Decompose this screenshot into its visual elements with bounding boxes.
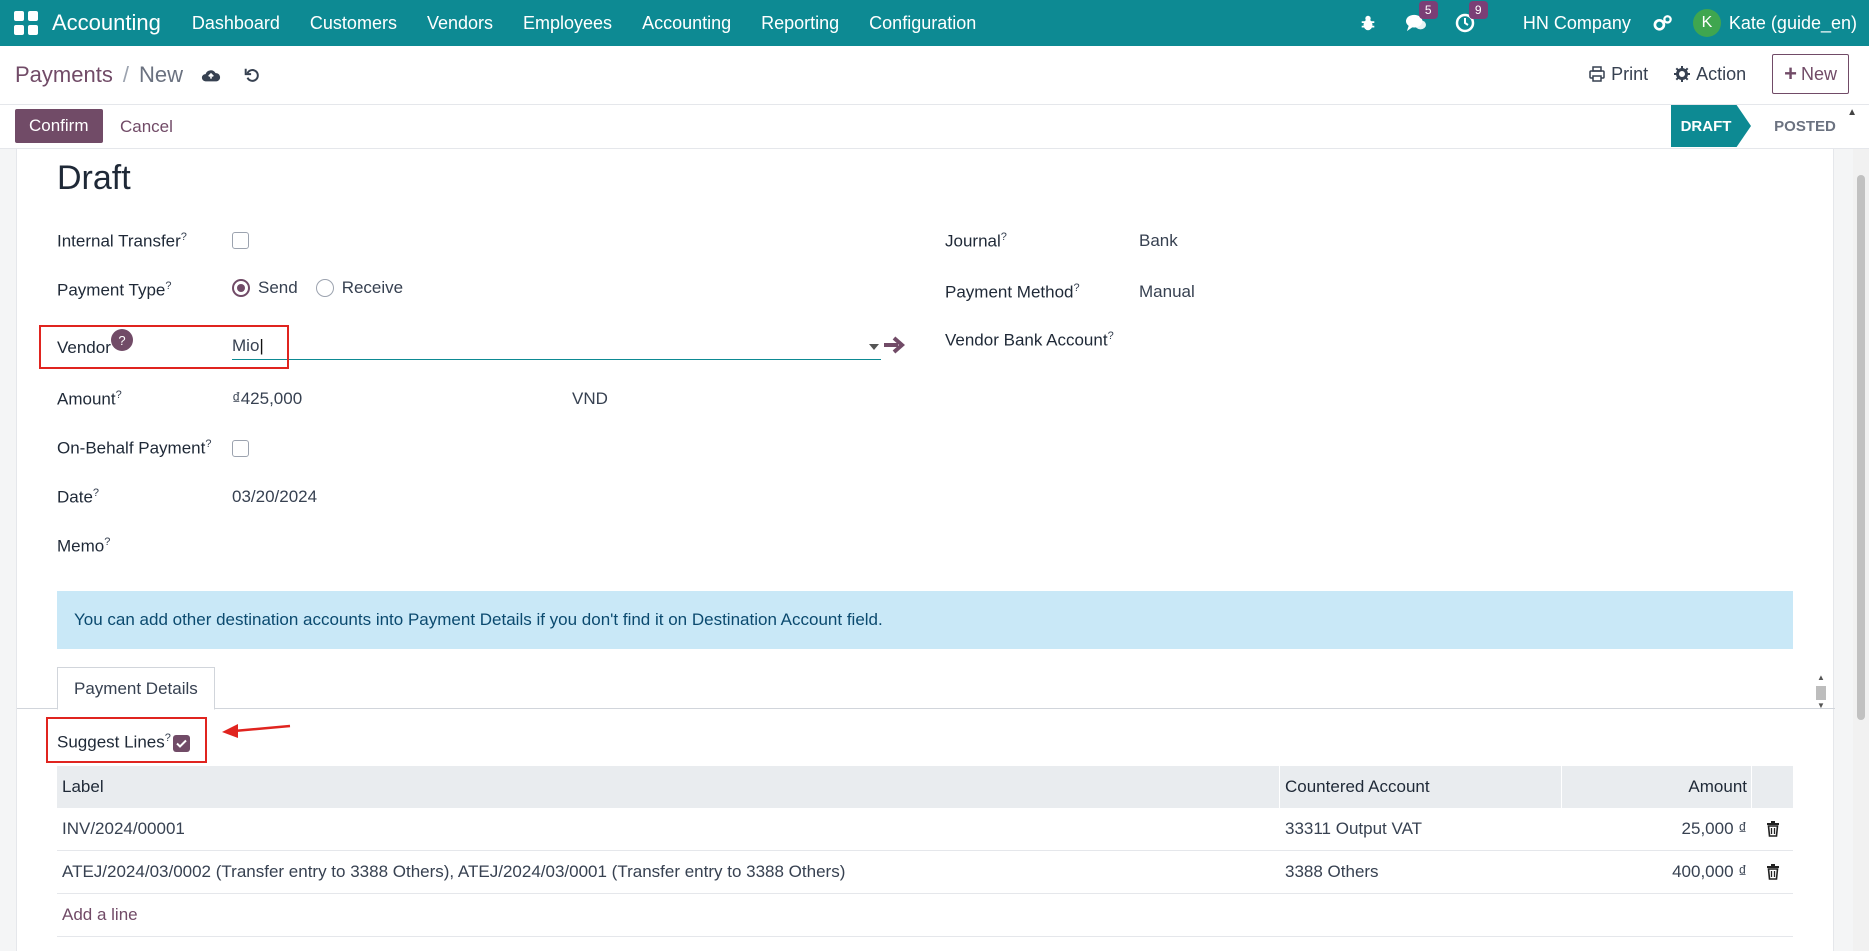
amount-label: Amount? xyxy=(57,389,122,409)
radio-unchecked-icon xyxy=(315,279,334,297)
record-title: Draft xyxy=(57,159,131,197)
status-bar: Confirm Cancel DRAFT POSTED ▲ xyxy=(0,105,1869,149)
row-account: 33311 Output VAT xyxy=(1279,808,1561,850)
scroll-up-arrow-icon[interactable]: ▲ xyxy=(1847,107,1857,118)
menu-employees[interactable]: Employees xyxy=(508,13,627,34)
menu-reporting[interactable]: Reporting xyxy=(746,13,854,34)
breadcrumb: Payments / New xyxy=(15,62,261,88)
user-avatar[interactable]: K xyxy=(1692,9,1721,37)
journal-value[interactable]: Bank xyxy=(1139,231,1178,251)
settings-gears-icon[interactable] xyxy=(1653,14,1673,32)
internal-transfer-checkbox[interactable] xyxy=(232,232,249,249)
date-value[interactable]: 03/20/2024 xyxy=(232,487,317,507)
vendor-highlight-box xyxy=(39,325,289,369)
payment-type-label: Payment Type? xyxy=(57,280,172,300)
column-header-label[interactable]: Label xyxy=(57,777,1279,797)
internal-transfer-label: Internal Transfer? xyxy=(57,231,187,251)
payment-type-radio-group: Send Receive xyxy=(232,278,421,298)
page-scrollbar[interactable] xyxy=(1853,149,1869,951)
menu-accounting[interactable]: Accounting xyxy=(627,13,746,34)
breadcrumb-separator: / xyxy=(122,62,129,87)
row-amount: 400,000 ₫ xyxy=(1561,851,1751,893)
journal-label: Journal? xyxy=(945,231,1007,251)
amount-value[interactable]: ₫425,000 xyxy=(232,389,302,409)
table-header: Label Countered Account Amount xyxy=(57,766,1793,808)
memo-label: Memo? xyxy=(57,536,111,556)
activities-count-badge: 9 xyxy=(1468,1,1488,19)
add-line-row: Add a line xyxy=(57,894,1793,937)
notebook-tabs: Payment Details ▲ ▼ xyxy=(17,667,1835,711)
print-button[interactable]: Print xyxy=(1589,64,1648,85)
payment-method-label: Payment Method? xyxy=(945,282,1080,302)
plus-icon: + xyxy=(1784,61,1797,86)
payment-details-table: Label Countered Account Amount INV/2024/… xyxy=(57,766,1793,937)
vendor-bank-account-label: Vendor Bank Account? xyxy=(945,330,1114,350)
confirm-button[interactable]: Confirm xyxy=(15,109,103,143)
apps-grid-icon[interactable] xyxy=(14,11,38,35)
trash-icon[interactable] xyxy=(1751,851,1793,893)
company-switcher[interactable]: HN Company xyxy=(1523,13,1631,34)
activities-clock-icon[interactable]: 9 xyxy=(1455,1,1488,33)
chevron-down-icon[interactable] xyxy=(869,344,879,350)
table-row[interactable]: INV/2024/00001 33311 Output VAT 25,000 ₫ xyxy=(57,808,1793,851)
add-line-link[interactable]: Add a line xyxy=(57,905,1279,925)
row-label: ATEJ/2024/03/0002 (Transfer entry to 338… xyxy=(62,862,846,881)
row-label: INV/2024/00001 xyxy=(62,819,185,838)
control-panel: Payments / New Print Action + New xyxy=(0,46,1869,105)
trash-icon[interactable] xyxy=(1751,808,1793,850)
action-label: Action xyxy=(1696,63,1747,84)
discard-undo-icon[interactable] xyxy=(243,66,261,84)
suggest-lines-highlight-box xyxy=(46,717,207,763)
column-header-amount[interactable]: Amount xyxy=(1561,766,1751,808)
app-brand[interactable]: Accounting xyxy=(52,10,161,36)
menu-vendors[interactable]: Vendors xyxy=(412,13,508,34)
on-behalf-payment-checkbox[interactable] xyxy=(232,440,249,457)
save-cloud-icon[interactable] xyxy=(201,67,221,83)
inner-scrollbar[interactable]: ▲ ▼ xyxy=(1815,673,1827,711)
user-menu[interactable]: Kate (guide_en) xyxy=(1729,13,1857,34)
breadcrumb-payments[interactable]: Payments xyxy=(15,62,113,88)
menu-configuration[interactable]: Configuration xyxy=(854,13,991,34)
breadcrumb-current: New xyxy=(138,62,183,87)
messages-count-badge: 5 xyxy=(1418,1,1438,19)
info-alert: You can add other destination accounts i… xyxy=(57,591,1793,649)
on-behalf-payment-label: On-Behalf Payment? xyxy=(57,438,212,458)
new-label: New xyxy=(1800,63,1837,84)
cancel-button[interactable]: Cancel xyxy=(120,117,173,137)
payment-type-receive[interactable]: Receive xyxy=(315,278,403,298)
column-header-actions xyxy=(1751,766,1793,808)
print-label: Print xyxy=(1611,63,1649,84)
debug-bug-icon[interactable] xyxy=(1359,14,1377,32)
annotation-arrow-icon xyxy=(220,719,292,748)
new-button[interactable]: + New xyxy=(1772,54,1849,94)
column-header-countered-account[interactable]: Countered Account xyxy=(1279,766,1561,808)
stage-draft[interactable]: DRAFT xyxy=(1671,105,1751,147)
stage-posted[interactable]: POSTED xyxy=(1760,105,1850,147)
gear-icon xyxy=(1674,66,1691,82)
vendor-open-record-arrow-icon[interactable] xyxy=(883,335,906,360)
menu-customers[interactable]: Customers xyxy=(295,13,412,34)
menu-dashboard[interactable]: Dashboard xyxy=(177,13,295,34)
vendor-input[interactable]: Mio| xyxy=(232,336,881,360)
radio-checked-icon xyxy=(232,279,250,297)
tab-payment-details[interactable]: Payment Details xyxy=(57,667,215,710)
payment-method-value[interactable]: Manual xyxy=(1139,282,1195,302)
row-account: 3388 Others xyxy=(1279,851,1561,893)
payment-type-send[interactable]: Send xyxy=(232,278,298,298)
page-scrollbar-thumb[interactable] xyxy=(1857,175,1865,720)
messages-icon[interactable]: 5 xyxy=(1405,1,1438,33)
action-button[interactable]: Action xyxy=(1674,64,1746,85)
top-navbar: Accounting Dashboard Customers Vendors E… xyxy=(0,0,1869,46)
form-sheet: Draft Internal Transfer? Payment Type? S… xyxy=(16,149,1835,951)
date-label: Date? xyxy=(57,487,100,507)
row-amount: 25,000 ₫ xyxy=(1561,808,1751,850)
table-row[interactable]: ATEJ/2024/03/0002 (Transfer entry to 338… xyxy=(57,851,1793,894)
currency-value[interactable]: VND xyxy=(572,389,608,409)
print-icon xyxy=(1589,66,1605,82)
